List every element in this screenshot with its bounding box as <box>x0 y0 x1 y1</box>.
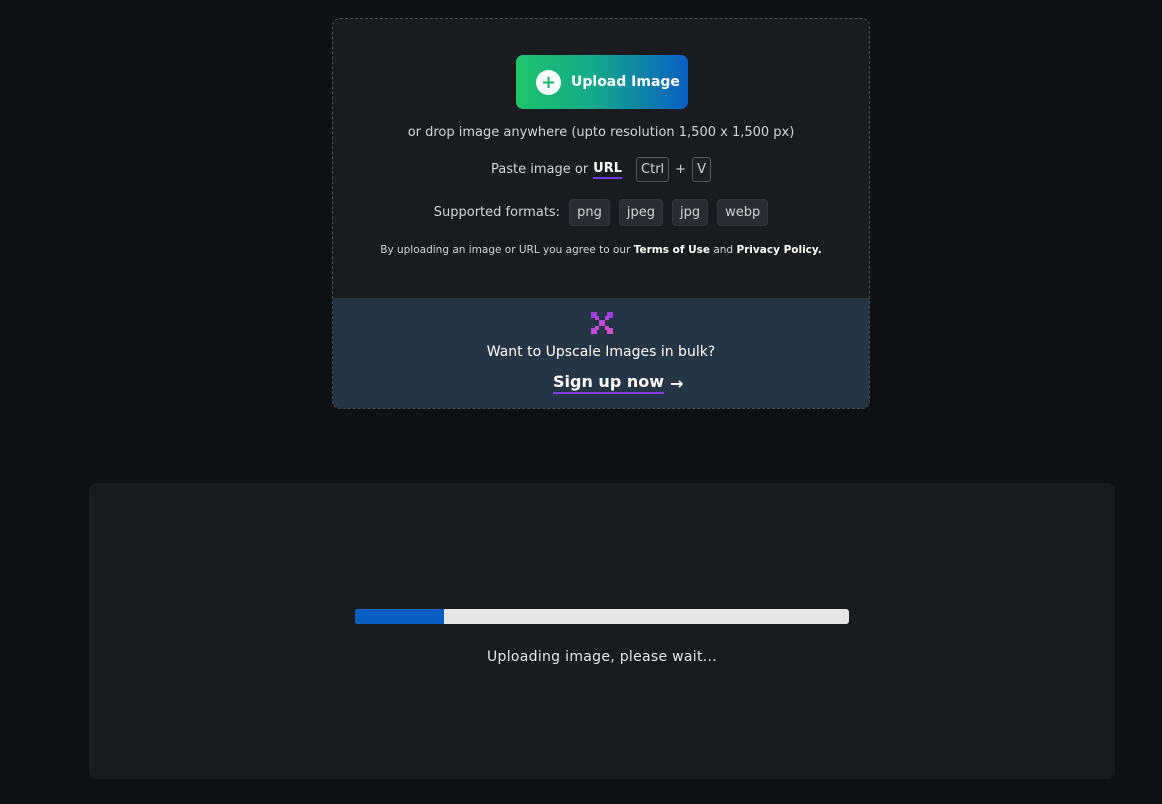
progress-bar-fill <box>355 609 444 624</box>
upload-progress-panel: Uploading image, please wait... <box>89 483 1115 779</box>
paste-row: Paste image or URL Ctrl + V <box>333 157 869 182</box>
supported-formats: Supported formats: png jpeg jpg webp <box>333 199 869 226</box>
key-v: V <box>692 157 711 182</box>
progress-status: Uploading image, please wait... <box>486 649 718 665</box>
formats-label: Supported formats: <box>433 205 561 220</box>
key-plus: + <box>675 162 687 177</box>
bulk-upsell: Want to Upscale Images in bulk? Sign up … <box>333 298 869 408</box>
paste-label: Paste image or <box>491 162 589 177</box>
url-link[interactable]: URL <box>593 161 623 179</box>
arrow-right-icon: → <box>670 373 684 393</box>
terms-and: and <box>713 244 734 256</box>
bulk-text: Want to Upscale Images in bulk? <box>486 344 716 360</box>
terms-of-use-link[interactable]: Terms of Use <box>634 244 710 256</box>
signup-link[interactable]: Sign up now → <box>553 372 683 394</box>
upload-image-button[interactable]: + Upload Image <box>516 55 688 109</box>
upload-button-label: Upload Image <box>571 74 680 90</box>
terms-prefix: By uploading an image or URL you agree t… <box>380 244 631 256</box>
privacy-policy-link[interactable]: Privacy Policy. <box>736 244 821 256</box>
progress-bar <box>355 609 849 624</box>
format-chip-webp: webp <box>717 199 769 226</box>
format-chip-png: png <box>569 199 610 226</box>
format-chip-jpg: jpg <box>671 199 709 226</box>
drop-hint: or drop image anywhere (upto resolution … <box>407 125 795 140</box>
format-chip-jpeg: jpeg <box>618 199 663 226</box>
key-ctrl: Ctrl <box>636 157 670 182</box>
plus-icon: + <box>536 69 561 95</box>
terms-notice: By uploading an image or URL you agree t… <box>333 244 869 256</box>
grid-icon <box>591 312 613 334</box>
upload-dropzone[interactable]: + Upload Image or drop image anywhere (u… <box>332 18 870 409</box>
signup-label: Sign up now <box>553 372 664 394</box>
